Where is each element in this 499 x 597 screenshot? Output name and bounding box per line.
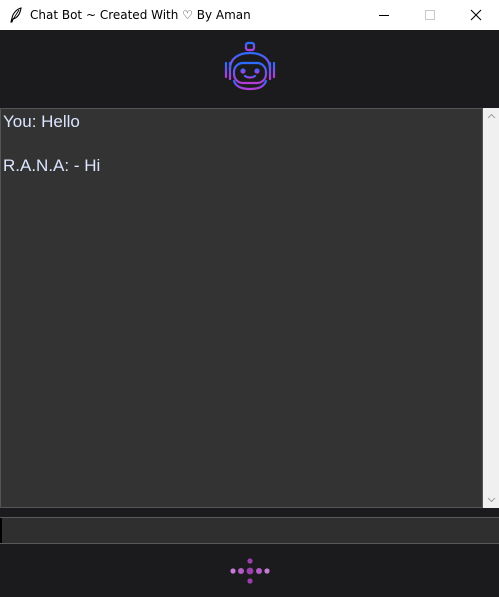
maximize-button[interactable] bbox=[407, 0, 453, 30]
scroll-down-button[interactable] bbox=[483, 492, 499, 508]
send-button[interactable] bbox=[226, 555, 274, 587]
bottom-bar bbox=[0, 544, 499, 597]
feather-icon bbox=[8, 7, 24, 23]
robot-icon bbox=[220, 41, 280, 98]
chevron-up-icon bbox=[487, 113, 495, 119]
close-icon bbox=[470, 9, 482, 21]
header bbox=[0, 30, 499, 108]
message-input-container bbox=[0, 517, 499, 544]
window-title: Chat Bot ~ Created With ♡ By Aman bbox=[30, 8, 251, 22]
chat-scrollbar[interactable] bbox=[483, 108, 499, 508]
maximize-icon bbox=[425, 10, 435, 20]
message-input[interactable] bbox=[0, 518, 499, 543]
chat-log[interactable]: You: Hello R.A.N.A: - Hi bbox=[0, 108, 483, 508]
title-bar: Chat Bot ~ Created With ♡ By Aman bbox=[0, 0, 499, 30]
send-dots-icon bbox=[229, 557, 270, 584]
close-button[interactable] bbox=[453, 0, 499, 30]
minimize-button[interactable] bbox=[361, 0, 407, 30]
chat-message-bot: R.A.N.A: - Hi bbox=[3, 156, 101, 175]
chat-message-user: You: Hello bbox=[3, 112, 80, 131]
chevron-down-icon bbox=[487, 497, 495, 503]
minimize-icon bbox=[379, 15, 389, 16]
scroll-up-button[interactable] bbox=[483, 108, 499, 124]
